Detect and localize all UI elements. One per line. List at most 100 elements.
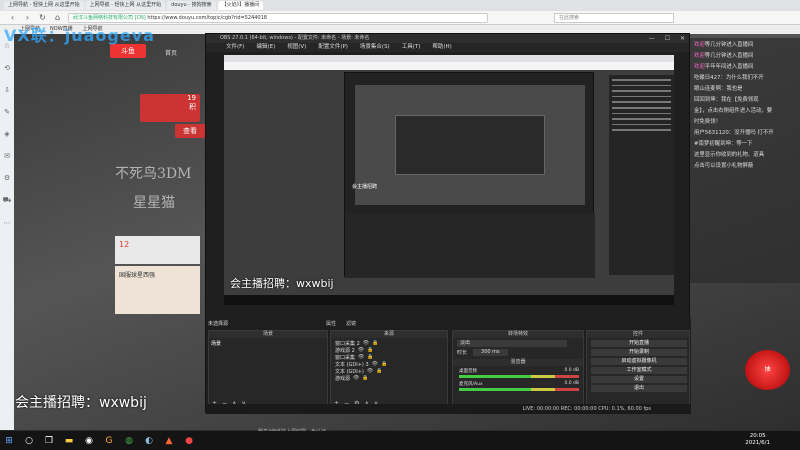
lock-icon[interactable]: 🔒 [367,347,373,354]
source-item[interactable]: 游戏源 2 👁 🔒 [335,347,373,354]
view-button[interactable]: 查看 [175,124,205,138]
exit-button[interactable]: 退出 [591,385,687,392]
menu-file[interactable]: 文件(F) [226,43,244,52]
studio-mode-button[interactable]: 工作室模式 [591,367,687,374]
eye-icon[interactable]: 👁 [358,354,364,361]
duration-input[interactable]: 300 ms [473,349,508,356]
search-box[interactable]: 在此搜索 [554,12,674,23]
more-icon[interactable]: ⋯ [4,219,11,227]
eye-icon[interactable]: 👁 [363,340,369,347]
chat-message: 用户5631120：没开播吗 打不开 [694,130,774,136]
folder-icon[interactable]: ▬ [64,436,74,446]
promo-banner[interactable]: 19 积 [140,94,200,122]
nested-obs-preview [355,85,585,205]
rank-card[interactable]: 国服球星西强 [115,266,200,314]
filters-button[interactable]: 滤镜 [346,320,356,327]
sources-dock-title: 来源 [331,331,447,338]
nested-screen-capture: 会主播招聘 [224,55,674,305]
window-controls: — ☐ ✕ [649,34,685,43]
source-name: 文本 (GDI+) 3 [335,362,369,368]
minimize-icon[interactable]: — [649,34,655,43]
g-app-icon[interactable]: G [104,436,114,446]
transitions-dock-title: 转场特效 [453,331,583,338]
nested-taskbar [224,295,674,305]
browser-tab[interactable]: douyu - 搜狗搜索 [167,1,216,10]
source-item[interactable]: 文本 (GDI+) 3 👁 🔒 [335,361,387,368]
lock-icon[interactable]: 🔒 [381,361,387,368]
gear-icon[interactable]: ⚙ [4,174,10,182]
download-icon[interactable]: ⇩ [4,86,10,94]
source-item[interactable]: 窗口采集 2 👁 🔒 [335,340,378,347]
eye-icon[interactable]: 👁 [353,375,359,382]
home-icon[interactable]: ⌂ [53,13,62,22]
browser-app-icon[interactable]: ◍ [124,436,134,446]
properties-button[interactable]: 属性 [326,320,336,327]
menu-view[interactable]: 视图(V) [287,43,306,52]
task-view-icon[interactable]: ❐ [44,436,54,446]
controls-dock-title: 控件 [587,331,689,338]
lock-icon[interactable]: 🔒 [376,368,382,375]
scene-item[interactable]: 场景 [211,340,221,347]
source-item[interactable]: 窗口采集 👁 🔒 [335,354,374,361]
chat-icon[interactable]: ✉ [4,152,10,160]
forward-icon[interactable]: › [23,13,32,22]
nested-recruit-text: 会主播招聘 [352,184,378,190]
start-streaming-button[interactable]: 开始直播 [591,340,687,347]
site-logo[interactable]: 斗鱼 [110,44,146,58]
nested-obs-preview-deep [395,115,545,175]
virtual-camera-button[interactable]: 启动虚拟摄像机 [591,358,687,365]
refresh-icon[interactable]: ↻ [38,13,47,22]
douyu-app-icon[interactable]: ● [184,436,194,446]
nested-obs-window [344,72,595,278]
maximize-icon[interactable]: ☐ [665,34,670,43]
url-input[interactable]: 武汉斗鱼网络科技有限公司 [CN] https://www.douyu.com/… [68,12,488,23]
note-icon[interactable]: ✎ [4,108,10,116]
source-item[interactable]: 游戏源 👁 🔒 [335,375,369,382]
lock-icon[interactable]: 🔒 [372,340,378,347]
back-icon[interactable]: ‹ [8,13,17,22]
browser-tab-active[interactable]: 【火焰》】播播间 [217,1,264,10]
cart-icon[interactable]: ⛟ [3,196,12,205]
menu-profile[interactable]: 配置文件(P) [318,43,348,52]
transition-select[interactable]: 淡出 [457,340,567,347]
windows-start-icon[interactable]: ⊞ [4,436,14,446]
game-icon[interactable]: ◈ [4,130,9,138]
menu-scene-collection[interactable]: 场景集合(S) [360,43,390,52]
nested-chat-panel [609,75,674,275]
site-nav-home[interactable]: 首页 [165,48,177,57]
source-item[interactable]: 文本 (GDI+) 👁 🔒 [335,368,382,375]
game-launcher-icon[interactable]: ▲ [164,436,174,446]
steam-icon[interactable]: ◐ [144,436,154,446]
chat-panel: 欢迎等几分钟进入直播间 欢迎等几分钟进入直播间 欢迎平年年间进入直播间 吃碟日4… [690,38,800,283]
search-icon[interactable]: ○ [24,436,34,446]
menu-help[interactable]: 帮助(H) [432,43,451,52]
eye-icon[interactable]: 👁 [372,361,378,368]
volume-meter [459,375,579,378]
history-icon[interactable]: ⟲ [4,64,10,72]
lock-icon[interactable]: 🔒 [367,354,373,361]
settings-button[interactable]: 设置 [591,376,687,383]
close-icon[interactable]: ✕ [680,34,685,43]
channel-name: 麦克风/Aux [459,382,483,387]
calligraphy-subtitle: 星星猫 [133,195,175,211]
menu-edit[interactable]: 编辑(E) [256,43,275,52]
eye-icon[interactable]: 👁 [367,368,373,375]
chat-message: 欢迎平年年间进入直播间 [694,64,754,70]
obs-window: OBS 27.0.1 (64-bit, windows) - 配置文件: 未命名… [205,33,691,414]
eye-icon[interactable]: 👁 [358,347,364,354]
mixer-channel: 桌面音频 0.0 dB [459,368,579,374]
obs-app-icon[interactable]: ◉ [84,436,94,446]
clock-time: 20:05 [749,433,766,439]
controls-dock: 控件 开始直播 开始录制 启动虚拟摄像机 工作室模式 设置 退出 [586,330,690,410]
menu-tools[interactable]: 工具(T) [402,43,421,52]
obs-preview-canvas[interactable]: 会主播招聘 [224,55,674,305]
start-recording-button[interactable]: 开始录制 [591,349,687,356]
taskbar-clock[interactable]: 20:05 2021/6/1 [745,433,770,447]
lock-icon[interactable]: 🔒 [362,375,368,382]
browser-tab[interactable]: 上网导航 - 轻快上网 从这里开始 [85,1,166,10]
obs-docks-area: 未选择源 属性 滤镜 场景 场景 +−∧∨ 来源 窗口采集 2👁🔒 游戏源 2👁… [206,318,691,414]
gift-lottery-button[interactable]: 抽 [745,350,790,390]
counter-card: 12 [115,236,200,264]
mixer-title: 混音器 [453,359,583,366]
browser-tab[interactable]: 上网导航 - 轻快上网 从这里开始 [4,1,84,10]
